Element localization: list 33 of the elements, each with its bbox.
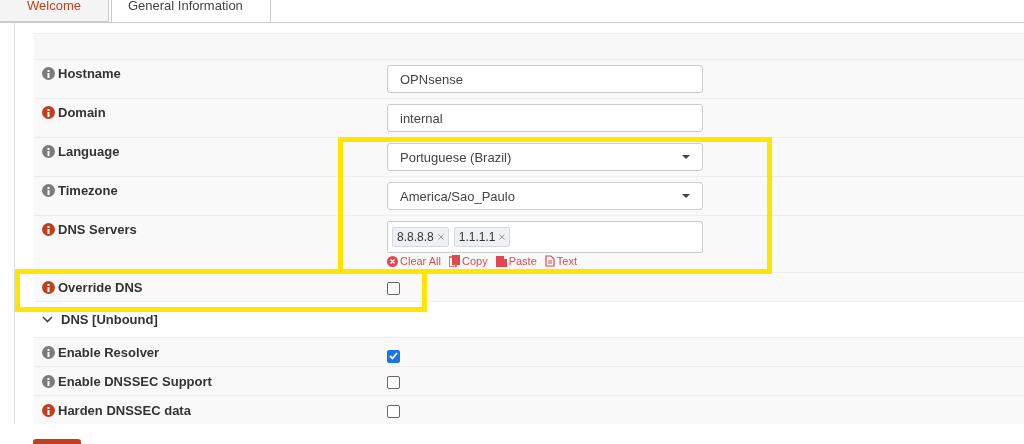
field-label: Hostname: [58, 66, 121, 81]
tag: 1.1.1.1: [453, 227, 511, 247]
chevron-icon[interactable]: [42, 316, 53, 323]
action-link[interactable]: Clear All: [387, 255, 441, 267]
field-label: Domain: [58, 105, 106, 120]
caret-icon: [682, 194, 690, 198]
checkbox[interactable]: [387, 282, 400, 295]
action-link[interactable]: Text: [544, 255, 577, 267]
action-link[interactable]: Paste: [495, 255, 537, 267]
field-label: DNS Servers: [58, 222, 137, 237]
document-icon: [544, 255, 555, 267]
copy-icon: [448, 255, 460, 267]
text-field[interactable]: OPNsense: [387, 65, 703, 93]
field-label: Override DNS: [58, 280, 143, 295]
clear-icon: [387, 255, 398, 267]
tag: 8.8.8.8: [392, 227, 449, 247]
select-field[interactable]: America/Sao_Paulo: [387, 182, 703, 210]
field-label: Enable Resolver: [58, 345, 160, 360]
caret-icon: [682, 155, 690, 159]
section-title: DNS [Unbound]: [61, 312, 158, 327]
field-label: Harden DNSSEC data: [58, 403, 191, 418]
text-field[interactable]: internal: [387, 104, 703, 132]
action-link[interactable]: Copy: [448, 255, 488, 267]
tab[interactable]: Welcome: [0, 0, 109, 22]
field-label: Enable DNSSEC Support: [58, 374, 212, 389]
checkbox[interactable]: [387, 405, 400, 418]
checkbox[interactable]: [387, 376, 400, 389]
checkbox[interactable]: [387, 349, 400, 363]
field-label: Timezone: [58, 183, 118, 198]
field-label: Language: [58, 144, 120, 159]
tab[interactable]: General Information: [110, 0, 271, 23]
select-field[interactable]: Portuguese (Brazil): [387, 143, 703, 171]
clipboard-icon: [495, 255, 507, 267]
